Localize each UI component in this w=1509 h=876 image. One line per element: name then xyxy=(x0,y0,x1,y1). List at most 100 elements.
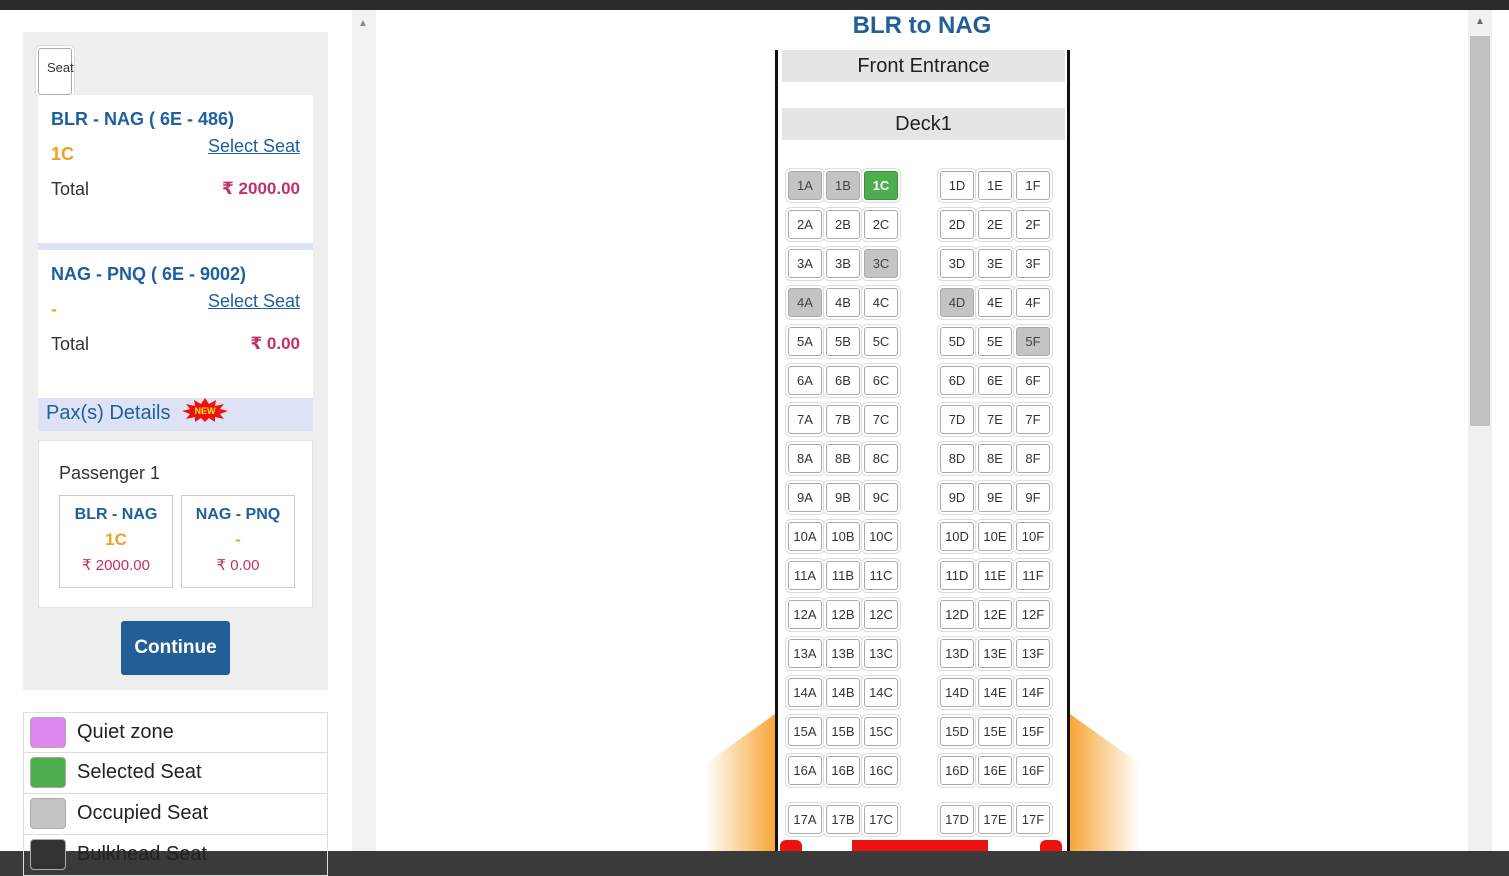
seat-1A[interactable]: 1A xyxy=(788,171,822,200)
seat-14F[interactable]: 14F xyxy=(1016,678,1050,707)
seat-10A[interactable]: 10A xyxy=(788,522,822,551)
page-scrollbar[interactable]: ▲ xyxy=(1468,10,1492,851)
seat-10D[interactable]: 10D xyxy=(940,522,974,551)
seat-16D[interactable]: 16D xyxy=(940,756,974,785)
seat-11C[interactable]: 11C xyxy=(864,561,898,590)
seat-12C[interactable]: 12C xyxy=(864,600,898,629)
seat-3B[interactable]: 3B xyxy=(826,249,860,278)
seat-2C[interactable]: 2C xyxy=(864,210,898,239)
seat-5D[interactable]: 5D xyxy=(940,327,974,356)
seat-11E[interactable]: 11E xyxy=(978,561,1012,590)
seat-1F[interactable]: 1F xyxy=(1016,171,1050,200)
seat-10F[interactable]: 10F xyxy=(1016,522,1050,551)
seat-17C[interactable]: 17C xyxy=(864,805,898,834)
seat-3C[interactable]: 3C xyxy=(864,249,898,278)
seat-8F[interactable]: 8F xyxy=(1016,444,1050,473)
seat-8D[interactable]: 8D xyxy=(940,444,974,473)
scroll-up-arrow-icon[interactable]: ▲ xyxy=(358,18,368,29)
seat-9B[interactable]: 9B xyxy=(826,483,860,512)
seat-17B[interactable]: 17B xyxy=(826,805,860,834)
seat-5B[interactable]: 5B xyxy=(826,327,860,356)
seat-14C[interactable]: 14C xyxy=(864,678,898,707)
passenger-leg-box[interactable]: NAG - PNQ - ₹ 0.00 xyxy=(181,495,295,588)
seat-3E[interactable]: 3E xyxy=(978,249,1012,278)
seat-6B[interactable]: 6B xyxy=(826,366,860,395)
seat-4B[interactable]: 4B xyxy=(826,288,860,317)
seat-1D[interactable]: 1D xyxy=(940,171,974,200)
seat-2F[interactable]: 2F xyxy=(1016,210,1050,239)
scroll-up-arrow-icon[interactable]: ▲ xyxy=(1475,16,1485,27)
seat-6A[interactable]: 6A xyxy=(788,366,822,395)
seat-5A[interactable]: 5A xyxy=(788,327,822,356)
seat-6F[interactable]: 6F xyxy=(1016,366,1050,395)
seat-9D[interactable]: 9D xyxy=(940,483,974,512)
seat-15E[interactable]: 15E xyxy=(978,717,1012,746)
seat-13C[interactable]: 13C xyxy=(864,639,898,668)
seat-13B[interactable]: 13B xyxy=(826,639,860,668)
seat-4D[interactable]: 4D xyxy=(940,288,974,317)
seat-13D[interactable]: 13D xyxy=(940,639,974,668)
seat-14A[interactable]: 14A xyxy=(788,678,822,707)
seat-10E[interactable]: 10E xyxy=(978,522,1012,551)
seat-6C[interactable]: 6C xyxy=(864,366,898,395)
seat-14E[interactable]: 14E xyxy=(978,678,1012,707)
seat-15D[interactable]: 15D xyxy=(940,717,974,746)
seat-12F[interactable]: 12F xyxy=(1016,600,1050,629)
seat-7A[interactable]: 7A xyxy=(788,405,822,434)
seat-15F[interactable]: 15F xyxy=(1016,717,1050,746)
seat-11D[interactable]: 11D xyxy=(940,561,974,590)
seat-14B[interactable]: 14B xyxy=(826,678,860,707)
seat-1C[interactable]: 1C xyxy=(864,171,898,200)
seat-7B[interactable]: 7B xyxy=(826,405,860,434)
seat-17E[interactable]: 17E xyxy=(978,805,1012,834)
seat-8B[interactable]: 8B xyxy=(826,444,860,473)
seat-12D[interactable]: 12D xyxy=(940,600,974,629)
seat-12B[interactable]: 12B xyxy=(826,600,860,629)
seat-7C[interactable]: 7C xyxy=(864,405,898,434)
seat-2E[interactable]: 2E xyxy=(978,210,1012,239)
seat-16F[interactable]: 16F xyxy=(1016,756,1050,785)
seat-4A[interactable]: 4A xyxy=(788,288,822,317)
seat-1B[interactable]: 1B xyxy=(826,171,860,200)
seat-2A[interactable]: 2A xyxy=(788,210,822,239)
seat-8A[interactable]: 8A xyxy=(788,444,822,473)
seat-7E[interactable]: 7E xyxy=(978,405,1012,434)
seat-9F[interactable]: 9F xyxy=(1016,483,1050,512)
select-seat-link[interactable]: Select Seat xyxy=(208,136,300,157)
seat-6E[interactable]: 6E xyxy=(978,366,1012,395)
continue-button[interactable]: Continue xyxy=(121,621,230,675)
seat-2D[interactable]: 2D xyxy=(940,210,974,239)
seat-11B[interactable]: 11B xyxy=(826,561,860,590)
seat-10C[interactable]: 10C xyxy=(864,522,898,551)
seat-10B[interactable]: 10B xyxy=(826,522,860,551)
seat-3A[interactable]: 3A xyxy=(788,249,822,278)
seat-8C[interactable]: 8C xyxy=(864,444,898,473)
seat-16E[interactable]: 16E xyxy=(978,756,1012,785)
seat-5C[interactable]: 5C xyxy=(864,327,898,356)
seat-4E[interactable]: 4E xyxy=(978,288,1012,317)
seat-5E[interactable]: 5E xyxy=(978,327,1012,356)
seat-6D[interactable]: 6D xyxy=(940,366,974,395)
seat-12A[interactable]: 12A xyxy=(788,600,822,629)
seat-3F[interactable]: 3F xyxy=(1016,249,1050,278)
seat-15B[interactable]: 15B xyxy=(826,717,860,746)
seat-15A[interactable]: 15A xyxy=(788,717,822,746)
seat-13A[interactable]: 13A xyxy=(788,639,822,668)
seat-9E[interactable]: 9E xyxy=(978,483,1012,512)
seat-4F[interactable]: 4F xyxy=(1016,288,1050,317)
seat-17F[interactable]: 17F xyxy=(1016,805,1050,834)
seat-5F[interactable]: 5F xyxy=(1016,327,1050,356)
seat-13E[interactable]: 13E xyxy=(978,639,1012,668)
seat-14D[interactable]: 14D xyxy=(940,678,974,707)
seat-7D[interactable]: 7D xyxy=(940,405,974,434)
seat-16C[interactable]: 16C xyxy=(864,756,898,785)
seat-2B[interactable]: 2B xyxy=(826,210,860,239)
seat-4C[interactable]: 4C xyxy=(864,288,898,317)
seat-7F[interactable]: 7F xyxy=(1016,405,1050,434)
seat-8E[interactable]: 8E xyxy=(978,444,1012,473)
scrollbar-thumb[interactable] xyxy=(1470,36,1490,426)
seat-9C[interactable]: 9C xyxy=(864,483,898,512)
seat-13F[interactable]: 13F xyxy=(1016,639,1050,668)
seat-12E[interactable]: 12E xyxy=(978,600,1012,629)
seat-11F[interactable]: 11F xyxy=(1016,561,1050,590)
